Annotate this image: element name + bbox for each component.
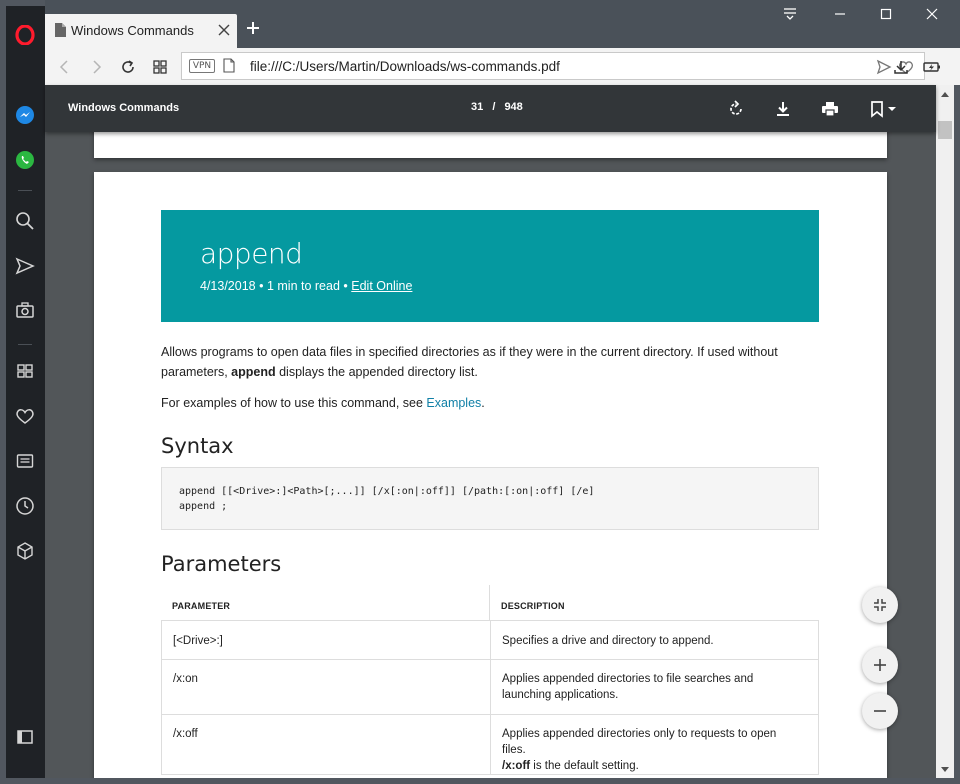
extensions-cube-icon[interactable]: [14, 540, 36, 562]
table-row: /x:on Applies appended directories to fi…: [161, 660, 819, 715]
table-row: /x:off Applies appended directories only…: [161, 715, 819, 775]
edit-online-link[interactable]: Edit Online: [351, 279, 412, 293]
maximize-icon[interactable]: [863, 0, 909, 28]
messenger-icon[interactable]: [14, 104, 36, 126]
speed-dial-grid-icon[interactable]: [149, 56, 171, 78]
pdf-toolbar: Windows Commands 31 / 948: [45, 85, 936, 132]
vpn-badge[interactable]: VPN: [189, 59, 215, 73]
close-tab-icon[interactable]: [217, 23, 231, 37]
tab-title: Windows Commands: [71, 23, 194, 38]
syntax-code-block: append [[<Drive>:]<Path>[;...]] [/x[:on|…: [161, 467, 819, 530]
column-divider: [490, 660, 491, 714]
param-cell: [<Drive>:]: [173, 635, 223, 647]
table-row: [<Drive>:] Specifies a drive and directo…: [161, 621, 819, 660]
header-parameter: PARAMETER: [172, 601, 231, 611]
column-divider: [490, 715, 491, 774]
header-description: DESCRIPTION: [501, 601, 565, 611]
param-cell: /x:on: [173, 673, 198, 685]
rotate-icon[interactable]: [724, 97, 748, 121]
examples-suffix: .: [481, 396, 485, 410]
battery-saver-icon[interactable]: [921, 56, 943, 78]
pdf-title: Windows Commands: [68, 102, 180, 114]
news-icon[interactable]: [14, 450, 36, 472]
tab-strip: Windows Commands: [45, 0, 960, 48]
examples-paragraph: For examples of how to use this command,…: [161, 393, 801, 413]
sidebar-toggle-icon[interactable]: [14, 726, 36, 748]
camera-icon[interactable]: [14, 299, 36, 321]
desc-text: is the default setting.: [530, 760, 639, 772]
zoom-in-button[interactable]: [862, 647, 898, 683]
examples-prefix: For examples of how to use this command,…: [161, 396, 427, 410]
parameters-table: PARAMETER DESCRIPTION [<Drive>:] Specifi…: [161, 585, 819, 775]
code-line: append [[<Drive>:]<Path>[;...]] [/x[:on|…: [179, 486, 595, 497]
intro-paragraph: Allows programs to open data files in sp…: [161, 342, 801, 382]
intro-text-2: displays the appended directory list.: [275, 365, 478, 379]
search-icon[interactable]: [14, 210, 36, 232]
intro-bold: append: [231, 365, 276, 379]
table-header-row: PARAMETER DESCRIPTION: [161, 585, 819, 621]
opera-sidebar: [6, 6, 45, 778]
current-page[interactable]: 31: [471, 101, 483, 113]
url-text[interactable]: file:///C:/Users/Martin/Downloads/ws-com…: [250, 59, 560, 74]
page-title: append: [200, 237, 303, 270]
bookmarks-dropdown-icon[interactable]: [866, 97, 902, 121]
heart-icon[interactable]: [14, 405, 36, 427]
file-page-icon: [223, 58, 235, 78]
address-bar-row: VPN file:///C:/Users/Martin/Downloads/ws…: [45, 48, 960, 85]
download-icon[interactable]: [771, 97, 795, 121]
title-banner: append 4/13/2018 • 1 min to read • Edit …: [161, 210, 819, 322]
zoom-out-button[interactable]: [862, 693, 898, 729]
scroll-up-icon[interactable]: [936, 85, 954, 102]
history-clock-icon[interactable]: [14, 495, 36, 517]
sidebar-divider: [18, 344, 32, 345]
scroll-thumb[interactable]: [938, 121, 952, 139]
syntax-heading: Syntax: [161, 434, 234, 458]
desc-cell: Applies appended directories only to req…: [502, 726, 802, 774]
total-pages: 948: [504, 101, 523, 113]
print-icon[interactable]: [818, 97, 842, 121]
tab-windows-commands[interactable]: Windows Commands: [45, 14, 237, 48]
sidebar-divider: [18, 190, 32, 191]
new-tab-icon[interactable]: [245, 20, 261, 36]
read-time: 1 min to read: [266, 279, 340, 293]
parameters-heading: Parameters: [161, 552, 282, 576]
tab-menu-icon[interactable]: [767, 0, 813, 28]
document-icon: [55, 23, 66, 37]
desc-text: Applies appended directories only to req…: [502, 728, 777, 756]
column-divider: [489, 585, 490, 620]
examples-link[interactable]: Examples: [426, 396, 481, 410]
publish-date: 4/13/2018: [200, 279, 256, 293]
address-bar[interactable]: VPN file:///C:/Users/Martin/Downloads/ws…: [181, 52, 925, 80]
page-separator: /: [492, 101, 496, 113]
back-icon[interactable]: [54, 56, 76, 78]
param-cell: /x:off: [173, 728, 198, 740]
pdf-page: append 4/13/2018 • 1 min to read • Edit …: [94, 172, 887, 778]
minimize-icon[interactable]: [817, 0, 863, 28]
previous-page-bottom: [94, 132, 887, 158]
send-icon[interactable]: [14, 255, 36, 277]
downloads-icon[interactable]: [890, 56, 912, 78]
desc-cell: Specifies a drive and directory to appen…: [502, 635, 714, 647]
browser-window: Windows Commands VPN file:///C:/Users/Ma…: [0, 0, 960, 784]
scroll-down-icon[interactable]: [936, 761, 954, 778]
desc-bold: /x:off: [502, 760, 531, 772]
page-indicator: 31 / 948: [471, 101, 523, 113]
desc-cell: Applies appended directories to file sea…: [502, 673, 754, 701]
reload-icon[interactable]: [117, 56, 139, 78]
speed-dial-icon[interactable]: [14, 360, 36, 382]
column-divider: [490, 621, 491, 659]
opera-logo-icon[interactable]: [14, 24, 36, 46]
close-window-icon[interactable]: [909, 0, 955, 28]
forward-icon[interactable]: [85, 56, 107, 78]
pdf-viewer[interactable]: append 4/13/2018 • 1 min to read • Edit …: [45, 132, 936, 778]
vertical-scrollbar[interactable]: [936, 85, 954, 778]
code-line: append ;: [179, 501, 228, 512]
banner-meta: 4/13/2018 • 1 min to read • Edit Online: [200, 279, 413, 293]
whatsapp-icon[interactable]: [14, 149, 36, 171]
fit-to-page-button[interactable]: [862, 587, 898, 623]
